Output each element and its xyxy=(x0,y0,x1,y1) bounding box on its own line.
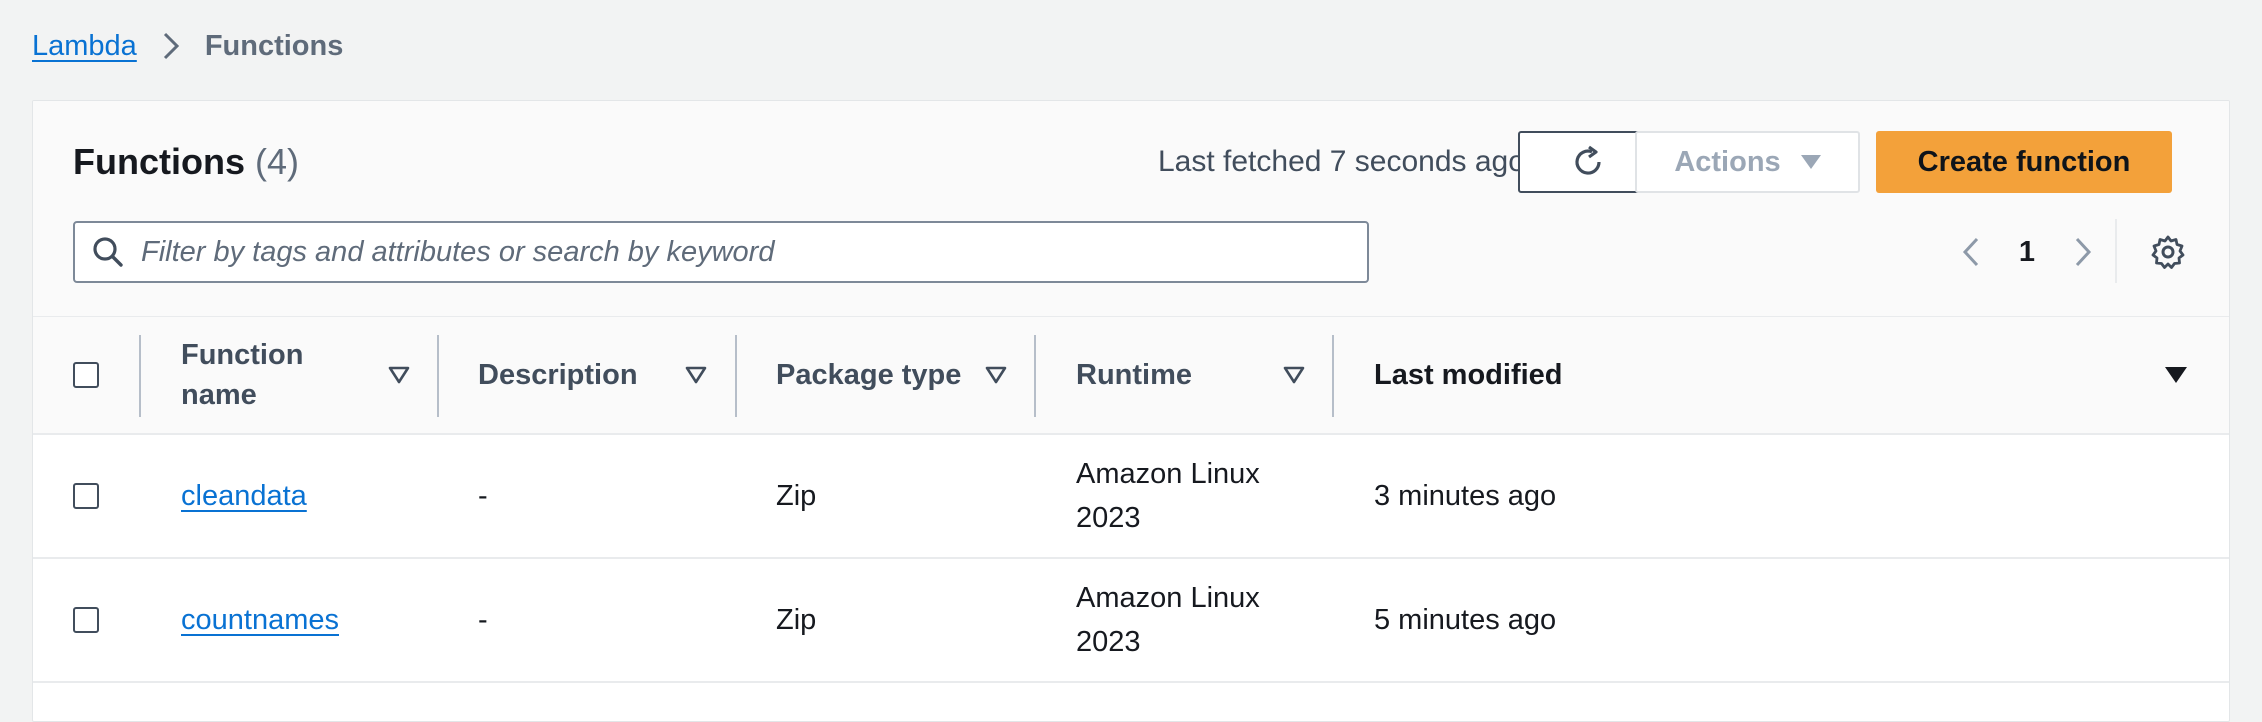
function-name-link[interactable]: countnames xyxy=(181,598,339,642)
search-box xyxy=(73,221,1369,283)
sort-descending-icon[interactable] xyxy=(2156,355,2196,395)
column-label-package-type: Package type xyxy=(776,359,962,391)
function-name-cell: cleandata xyxy=(181,435,307,557)
pagination: 1 xyxy=(1951,221,2103,283)
package-type-cell: Zip xyxy=(776,604,817,636)
function-name-cell: countnames xyxy=(181,559,339,681)
column-label-runtime: Runtime xyxy=(1076,359,1192,391)
column-header-last-modified[interactable]: Last modified xyxy=(1374,317,1563,433)
last-modified-cell: 5 minutes ago xyxy=(1374,604,1557,636)
functions-panel: Functions (4) Last fetched 7 seconds ago … xyxy=(32,100,2230,722)
breadcrumb-current: Functions xyxy=(204,29,344,62)
search-input[interactable] xyxy=(139,234,1343,270)
actions-label: Actions xyxy=(1674,145,1781,178)
runtime-cell: Amazon Linux 2023 xyxy=(1076,458,1260,534)
sort-triangle-icon[interactable] xyxy=(379,355,419,395)
description-cell: - xyxy=(478,480,488,512)
row-checkbox[interactable] xyxy=(73,607,99,633)
column-header-package-type[interactable]: Package type xyxy=(776,317,961,433)
sort-triangle-icon[interactable] xyxy=(1274,355,1314,395)
sort-triangle-icon[interactable] xyxy=(976,355,1016,395)
column-divider xyxy=(1034,335,1036,417)
last-fetched-text: Last fetched 7 seconds ago xyxy=(1158,145,1525,178)
column-divider xyxy=(735,335,737,417)
page-title: Functions (4) xyxy=(73,141,299,183)
column-header-function-name[interactable]: Function name xyxy=(181,317,341,433)
current-page[interactable]: 1 xyxy=(1991,236,2063,269)
runtime-cell: Amazon Linux 2023 xyxy=(1076,582,1260,658)
page-title-text: Functions xyxy=(73,141,245,182)
sort-triangle-icon[interactable] xyxy=(676,355,716,395)
column-divider xyxy=(437,335,439,417)
table-header: Function name Description Package type R… xyxy=(33,317,2229,435)
pager-divider xyxy=(2115,219,2117,283)
column-divider xyxy=(139,335,141,417)
column-label-last-modified: Last modified xyxy=(1374,359,1563,391)
column-label-description: Description xyxy=(478,359,638,391)
breadcrumb-link-lambda[interactable]: Lambda xyxy=(32,30,137,63)
panel-header: Functions (4) Last fetched 7 seconds ago … xyxy=(33,101,2229,317)
breadcrumb: Lambda Functions xyxy=(32,22,343,70)
last-modified-cell: 3 minutes ago xyxy=(1374,480,1557,512)
actions-dropdown-button[interactable]: Actions xyxy=(1635,131,1860,193)
select-all-checkbox[interactable] xyxy=(73,362,99,388)
table-row: cleandata - Zip Amazon Linux 2023 3 minu… xyxy=(33,435,2229,559)
function-count: (4) xyxy=(254,141,299,182)
chevron-left-icon[interactable] xyxy=(1951,232,1991,272)
search-icon xyxy=(91,235,125,269)
column-label-function-name: Function name xyxy=(181,339,304,411)
column-header-runtime[interactable]: Runtime xyxy=(1076,317,1192,433)
function-name-link[interactable]: cleandata xyxy=(181,474,307,518)
create-function-button[interactable]: Create function xyxy=(1876,131,2172,193)
refresh-icon xyxy=(1570,144,1606,180)
chevron-right-icon[interactable] xyxy=(2063,232,2103,272)
caret-down-icon xyxy=(1800,155,1821,169)
column-divider xyxy=(1332,335,1334,417)
row-checkbox[interactable] xyxy=(73,483,99,509)
table-row: countnames - Zip Amazon Linux 2023 5 min… xyxy=(33,559,2229,683)
chevron-right-icon xyxy=(151,26,191,66)
column-header-description[interactable]: Description xyxy=(478,317,638,433)
gear-icon[interactable] xyxy=(2148,232,2188,272)
description-cell: - xyxy=(478,604,488,636)
package-type-cell: Zip xyxy=(776,480,817,512)
